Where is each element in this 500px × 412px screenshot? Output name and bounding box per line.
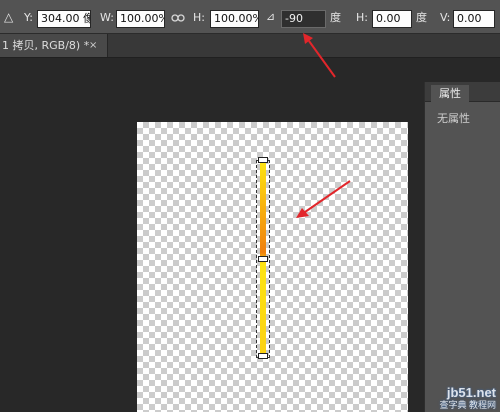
- annotation-arrows: [296, 33, 351, 218]
- watermark: jb51.net 查字典 教程网: [439, 385, 496, 411]
- arrow-to-angle-field-icon: [303, 33, 336, 78]
- watermark-tagline: 查字典 教程网: [439, 400, 496, 410]
- arrow-to-bar-icon: [296, 180, 351, 218]
- watermark-site: jb51.net: [446, 385, 496, 400]
